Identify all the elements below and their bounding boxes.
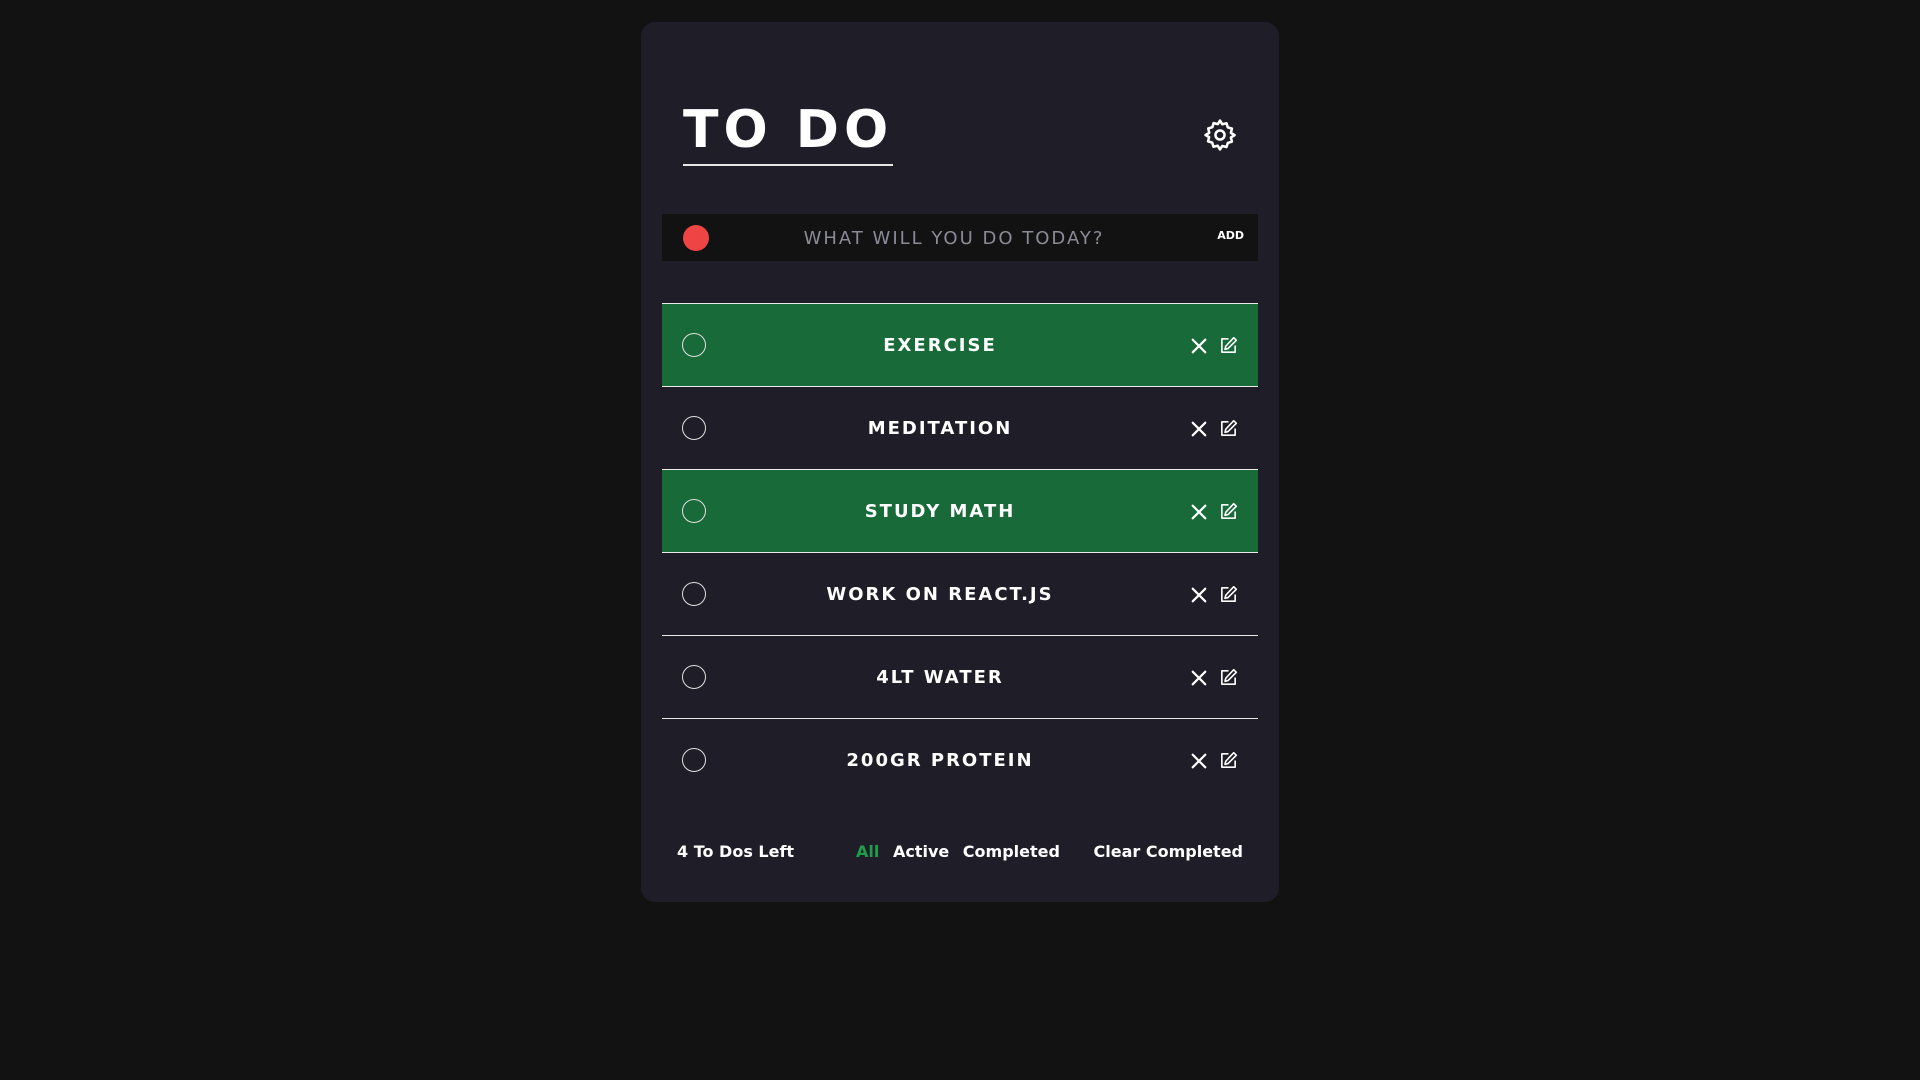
header: TO DO <box>683 82 1237 172</box>
add-status-dot[interactable] <box>683 225 709 251</box>
complete-checkbox[interactable] <box>682 665 706 689</box>
list-item[interactable]: EXERCISE <box>662 303 1258 386</box>
close-icon[interactable] <box>1190 503 1208 521</box>
footer: 4 To Dos Left All Active Completed Clear… <box>677 842 1243 872</box>
items-left-count: 4 To Dos Left <box>677 842 795 861</box>
add-button[interactable]: ADD <box>1217 229 1244 242</box>
edit-icon[interactable] <box>1219 419 1238 438</box>
edit-icon[interactable] <box>1219 751 1238 770</box>
list-item[interactable]: MEDITATION <box>662 386 1258 469</box>
close-icon[interactable] <box>1190 669 1208 687</box>
list-item[interactable]: 4LT WATER <box>662 635 1258 718</box>
todo-label: STUDY MATH <box>864 501 1016 522</box>
edit-icon[interactable] <box>1219 668 1238 687</box>
todo-label: WORK ON REACT.JS <box>826 584 1054 605</box>
page-title: TO DO <box>683 104 894 166</box>
list-item[interactable]: 200GR PROTEIN <box>662 718 1258 801</box>
filter-all[interactable]: All <box>856 842 879 861</box>
clear-completed-button[interactable]: Clear Completed <box>1094 842 1243 861</box>
complete-checkbox[interactable] <box>682 416 706 440</box>
close-icon[interactable] <box>1190 752 1208 770</box>
edit-icon[interactable] <box>1219 502 1238 521</box>
gear-icon[interactable] <box>1203 118 1237 152</box>
edit-icon[interactable] <box>1219 336 1238 355</box>
complete-checkbox[interactable] <box>682 333 706 357</box>
todo-label: MEDITATION <box>867 418 1013 439</box>
list-item[interactable]: WORK ON REACT.JS <box>662 552 1258 635</box>
close-icon[interactable] <box>1190 420 1208 438</box>
edit-icon[interactable] <box>1219 585 1238 604</box>
filter-active[interactable]: Active <box>893 842 949 861</box>
filter-completed[interactable]: Completed <box>963 842 1060 861</box>
todo-label: EXERCISE <box>883 335 997 356</box>
todo-list: EXERCISE MEDITATION STUDY MATH WORK ON R… <box>662 303 1258 801</box>
todo-label: 4LT WATER <box>876 667 1004 688</box>
todo-card: TO DO ADD EXERCISE MEDITATION STUDY MATH <box>641 22 1279 902</box>
todo-input[interactable] <box>732 214 1176 263</box>
complete-checkbox[interactable] <box>682 748 706 772</box>
todo-label: 200GR PROTEIN <box>846 750 1034 771</box>
list-item[interactable]: STUDY MATH <box>662 469 1258 552</box>
close-icon[interactable] <box>1190 586 1208 604</box>
add-todo-bar: ADD <box>662 214 1258 263</box>
filter-group: All Active Completed <box>856 842 1068 861</box>
complete-checkbox[interactable] <box>682 582 706 606</box>
complete-checkbox[interactable] <box>682 499 706 523</box>
close-icon[interactable] <box>1190 337 1208 355</box>
